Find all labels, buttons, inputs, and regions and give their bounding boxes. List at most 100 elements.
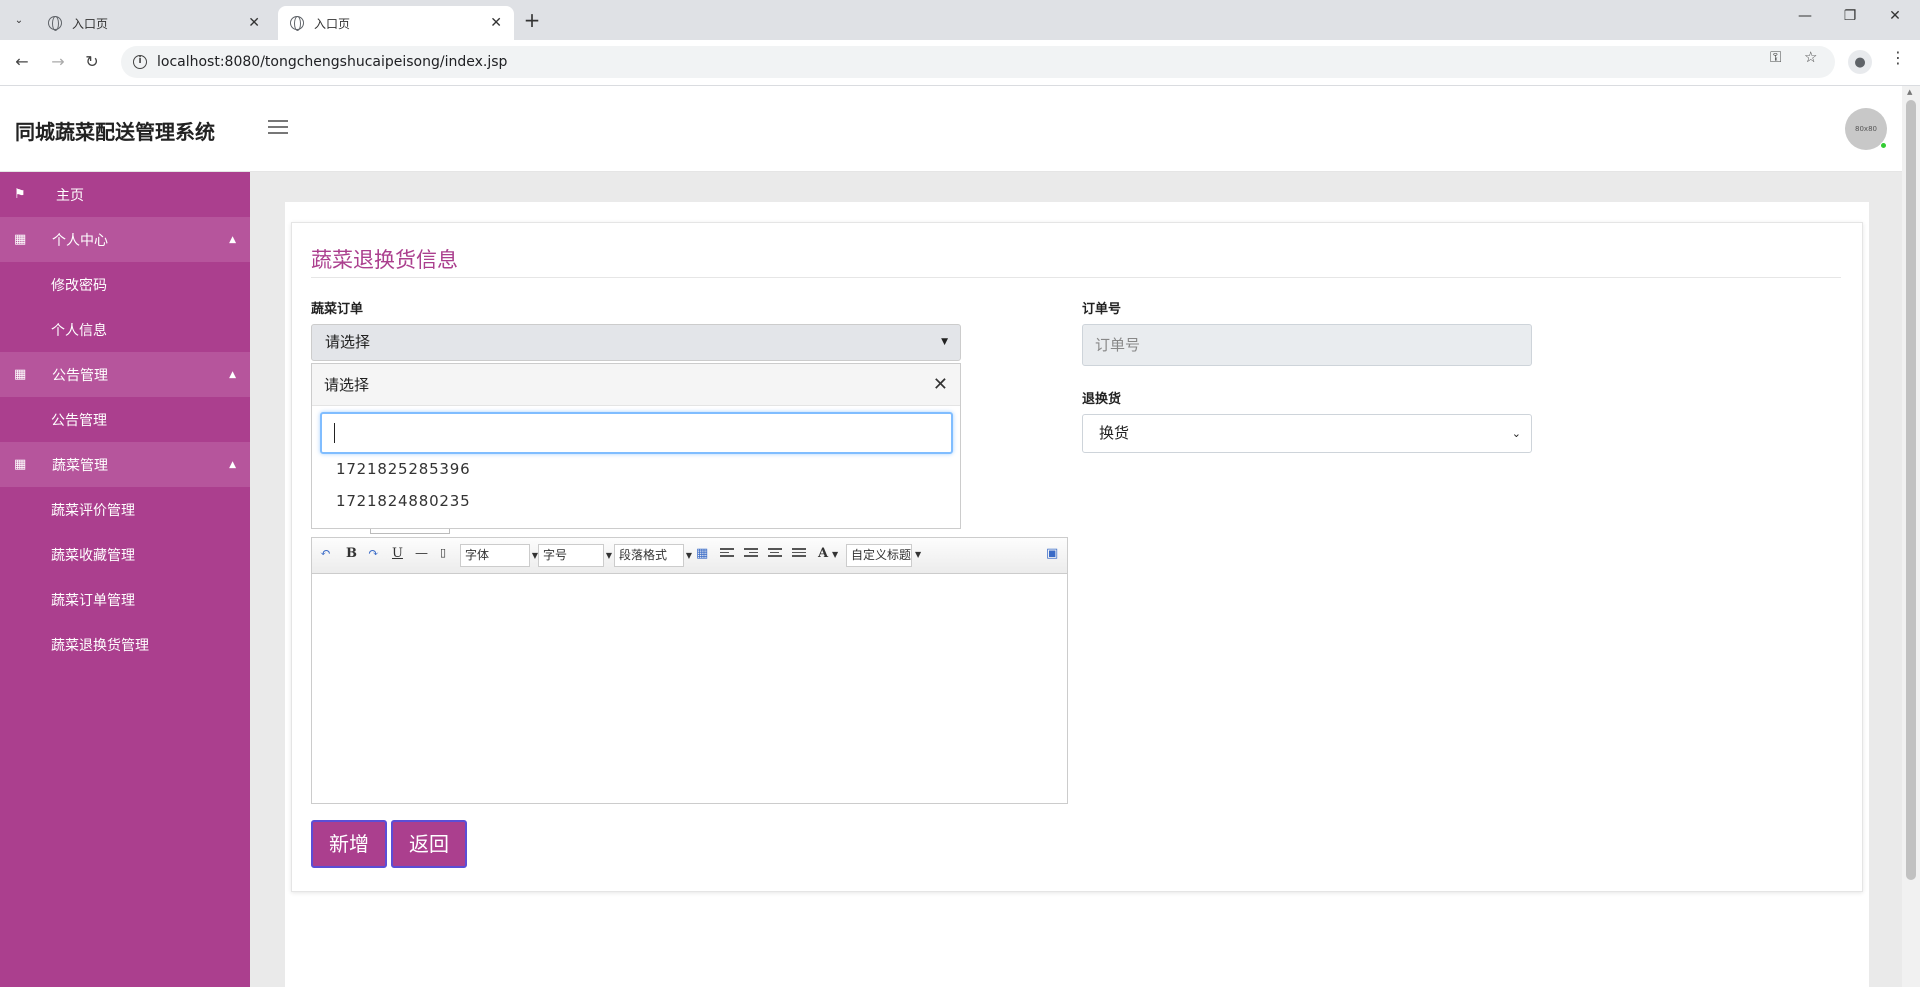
dropdown-option[interactable]: 1721825285396	[336, 460, 470, 478]
dropdown-selected-text: 请选择	[324, 376, 370, 394]
chevron-down-icon: ⌄	[1511, 427, 1521, 440]
tab-title: 入口页	[72, 16, 109, 31]
dropdown-arrow-icon[interactable]: ▼	[832, 550, 838, 559]
sidebar-item-home[interactable]: ⚑ 主页	[0, 172, 250, 217]
sidebar-item-personal-info[interactable]: 个人信息	[0, 307, 250, 352]
tab-title: 入口页	[314, 16, 351, 31]
sidebar-group-label: 公告管理	[52, 367, 108, 384]
scroll-up-arrow-icon[interactable]: ▲	[1907, 88, 1912, 96]
sidebar-item-notice-manage[interactable]: 公告管理	[0, 397, 250, 442]
forward-arrow-icon[interactable]: →	[46, 50, 70, 74]
url-text: localhost:8080/tongchengshucaipeisong/in…	[157, 54, 508, 70]
sidebar-group-vegetable[interactable]: ▦ 蔬菜管理 ▲	[0, 442, 250, 487]
underline-icon[interactable]: U	[392, 546, 403, 561]
sidebar-group-personal[interactable]: ▦ 个人中心 ▲	[0, 217, 250, 262]
clear-icon[interactable]: ✕	[933, 364, 948, 406]
font-size-select[interactable]: 字号 ▼	[538, 544, 612, 567]
url-bar[interactable]: i localhost:8080/tongchengshucaipeisong/…	[121, 46, 1835, 78]
caret-down-icon: ▼	[941, 337, 948, 347]
scroll-thumb[interactable]	[1906, 100, 1916, 880]
font-size-value: 字号	[543, 548, 568, 562]
caret-up-icon: ▲	[229, 234, 236, 245]
key-icon[interactable]: ⚿	[1770, 48, 1781, 66]
paragraph-format-value: 段落格式	[619, 548, 668, 562]
sidebar-item-return-manage[interactable]: 蔬菜退换货管理	[0, 622, 250, 667]
close-icon[interactable]: ✕	[490, 15, 502, 31]
site-info-icon[interactable]: i	[133, 55, 147, 69]
new-tab-plus-icon[interactable]: +	[520, 8, 544, 32]
table-icon[interactable]: ▦	[696, 546, 708, 561]
paragraph-format-select[interactable]: 段落格式 ▼	[614, 544, 692, 567]
page-scrollbar[interactable]: ▲	[1902, 86, 1920, 987]
grid-icon: ▦	[14, 367, 27, 382]
custom-title-value: 自定义标题	[851, 548, 912, 562]
window-close-icon[interactable]: ✕	[1880, 8, 1910, 24]
dropdown-arrow-icon: ▼	[685, 551, 692, 560]
caret-up-icon: ▲	[229, 369, 236, 380]
globe-icon	[48, 16, 62, 31]
return-type-select[interactable]: 换货 ⌄	[1082, 414, 1532, 453]
font-family-select[interactable]: 字体 ▼	[460, 544, 538, 567]
browser-tab-2[interactable]: 入口页 ✕	[278, 6, 514, 40]
flag-icon: ⚑	[14, 187, 26, 202]
align-justify-icon[interactable]	[792, 548, 806, 560]
page-icon[interactable]: ▯	[440, 546, 446, 559]
dropdown-arrow-icon[interactable]: ▼	[915, 550, 921, 559]
globe-icon	[290, 16, 304, 31]
editor-toolbar: ↶ B ↷ U — ▯ 字体 ▼ 字号 ▼ 段落格式 ▼ ▦ A ▼ 自定义标题…	[312, 538, 1067, 574]
horizontal-rule-icon[interactable]: —	[415, 546, 428, 561]
sidebar-item-change-password[interactable]: 修改密码	[0, 262, 250, 307]
align-right-icon[interactable]	[744, 548, 758, 560]
tab-search-chevron-icon[interactable]: ⌄	[7, 8, 31, 32]
sidebar-item-label: 主页	[56, 187, 84, 204]
order-no-input[interactable]: 订单号	[1082, 324, 1532, 366]
bold-icon[interactable]: B	[346, 546, 357, 561]
custom-title-select[interactable]: 自定义标题	[846, 544, 912, 567]
browser-toolbar: ← → ↻ i localhost:8080/tongchengshucaipe…	[0, 40, 1920, 86]
sidebar-item-review-manage[interactable]: 蔬菜评价管理	[0, 487, 250, 532]
hamburger-menu-icon[interactable]	[268, 120, 288, 136]
return-type-value: 换货	[1099, 424, 1130, 442]
online-status-dot	[1880, 142, 1887, 149]
browser-tab-1[interactable]: 入口页 ✕	[36, 6, 272, 40]
minimize-icon[interactable]: —	[1790, 8, 1820, 24]
order-select-value: 请选择	[325, 333, 371, 351]
grid-icon: ▦	[14, 232, 27, 247]
order-select[interactable]: 请选择 ▼	[311, 324, 961, 361]
title-divider	[311, 277, 1841, 278]
sidebar: ⚑ 主页 ▦ 个人中心 ▲ 修改密码 个人信息 ▦ 公告管理 ▲ 公告管理 ▦ …	[0, 172, 250, 987]
back-button[interactable]: 返回	[391, 820, 467, 868]
order-no-label: 订单号	[1082, 302, 1122, 317]
bookmark-star-icon[interactable]: ☆	[1804, 48, 1817, 66]
return-type-label: 退换货	[1082, 392, 1122, 407]
sidebar-group-label: 个人中心	[52, 232, 108, 249]
dropdown-search-input[interactable]	[320, 412, 953, 454]
more-menu-icon[interactable]: ⋮	[1890, 48, 1906, 67]
browser-tabbar: ⌄ 入口页 ✕ 入口页 ✕ + — ❐ ✕	[0, 0, 1920, 40]
dropdown-option[interactable]: 1721824880235	[336, 492, 470, 510]
reload-icon[interactable]: ↻	[80, 50, 104, 74]
fullscreen-icon[interactable]: ▣	[1046, 546, 1058, 561]
back-arrow-icon[interactable]: ←	[10, 50, 34, 74]
order-label: 蔬菜订单	[311, 302, 364, 317]
rich-text-editor[interactable]: ↶ B ↷ U — ▯ 字体 ▼ 字号 ▼ 段落格式 ▼ ▦ A ▼ 自定义标题…	[311, 537, 1068, 804]
sidebar-group-notice[interactable]: ▦ 公告管理 ▲	[0, 352, 250, 397]
redo-icon[interactable]: ↷	[368, 546, 379, 561]
sidebar-item-order-manage[interactable]: 蔬菜订单管理	[0, 577, 250, 622]
restore-icon[interactable]: ❐	[1835, 8, 1865, 24]
add-button[interactable]: 新增	[311, 820, 387, 868]
order-select-dropdown: 请选择 ✕ 1721825285396 1721824880235	[311, 363, 961, 529]
sidebar-item-favorite-manage[interactable]: 蔬菜收藏管理	[0, 532, 250, 577]
align-left-icon[interactable]	[720, 548, 734, 560]
font-family-value: 字体	[465, 548, 490, 562]
font-color-icon[interactable]: A	[818, 546, 828, 561]
align-center-icon[interactable]	[768, 548, 782, 560]
undo-icon[interactable]: ↶	[320, 546, 331, 561]
caret-up-icon: ▲	[229, 459, 236, 470]
app-title: 同城蔬菜配送管理系统	[15, 120, 215, 144]
profile-icon[interactable]: ●	[1848, 50, 1872, 74]
dropdown-selected-option[interactable]: 请选择 ✕	[312, 364, 960, 406]
sidebar-group-label: 蔬菜管理	[52, 457, 108, 474]
close-icon[interactable]: ✕	[248, 15, 260, 31]
text-cursor	[334, 423, 335, 443]
